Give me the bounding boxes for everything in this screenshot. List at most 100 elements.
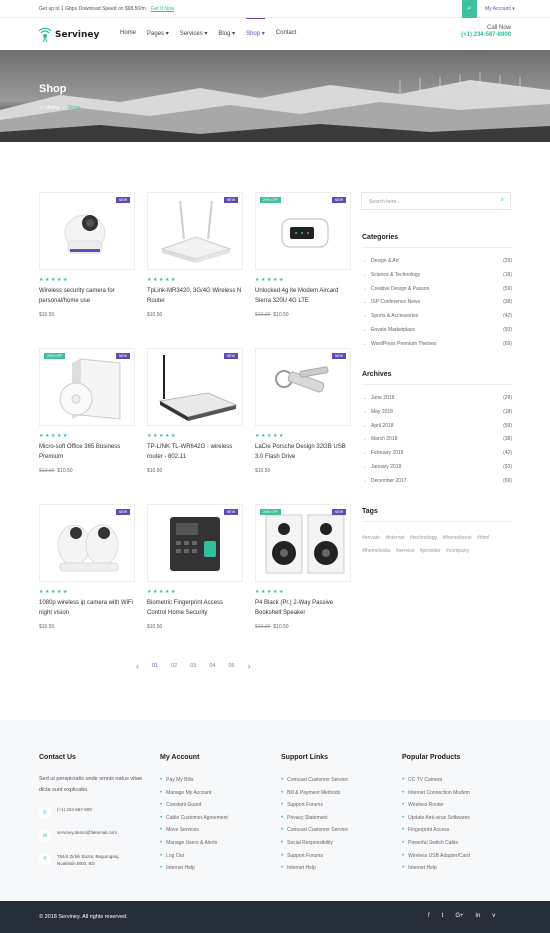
footer-link[interactable]: Constant Guard <box>160 799 228 812</box>
google-plus-icon[interactable]: G+ <box>455 913 463 919</box>
footer-link[interactable]: Manage My Account <box>160 787 228 800</box>
product-name[interactable]: LaCie Porsche Design 32GB USB 3.0 Flash … <box>255 442 351 462</box>
product-name[interactable]: TP-LINK TL-WR642G - wireless router - 80… <box>147 442 243 462</box>
product-name[interactable]: Unlocked 4g lte Modem Aircard Sierra 320… <box>255 286 351 306</box>
tag[interactable]: #internet <box>385 535 404 541</box>
product-image[interactable]: NEW <box>147 504 243 582</box>
footer-link[interactable]: Pay My Bills <box>160 774 228 787</box>
product-image[interactable]: NEW <box>39 504 135 582</box>
footer-link[interactable]: Comcast Customer Service <box>281 774 348 787</box>
product-card[interactable]: NEW ★★★★★ 1080p wireless ip camera with … <box>39 504 135 630</box>
footer-link[interactable]: Internet Help <box>281 862 348 875</box>
footer-link[interactable]: Support Forums <box>281 799 348 812</box>
nav-blog[interactable]: Blog ▾ <box>218 30 235 37</box>
tag[interactable]: #html <box>477 535 489 541</box>
footer-link[interactable]: Wireless USB Adapter/Card <box>402 850 470 863</box>
product-card[interactable]: 20% OFF NEW ★★★★★ Micro-soft Office 365 … <box>39 348 135 474</box>
product-image[interactable]: NEW <box>147 348 243 426</box>
archive-item[interactable]: May 2018 (18) <box>362 409 512 415</box>
tag[interactable]: #envato <box>362 535 380 541</box>
product-card[interactable]: NEW ★★★★★ TpLink-MR3420, 3G/4G Wireless … <box>147 192 243 318</box>
tag[interactable]: #provider <box>420 548 441 554</box>
promo-link[interactable]: Get It Now <box>151 6 175 12</box>
product-card[interactable]: NEW ★★★★★ Biometric Fingerprint Access C… <box>147 504 243 630</box>
nav-contact[interactable]: Contact <box>276 30 297 37</box>
prev-page-button[interactable]: ‹ <box>136 661 139 671</box>
tag[interactable]: #themeforest <box>442 535 471 541</box>
product-card[interactable]: 20% OFF NEW ★★★★★ Unlocked 4g lte Modem … <box>255 192 351 318</box>
sidebar-search-input[interactable]: Search here... ⌕ <box>361 192 511 210</box>
footer-link[interactable]: Powerful Switch Cable <box>402 837 470 850</box>
footer-link[interactable]: Cable Customer Agreement <box>160 812 228 825</box>
page-3[interactable]: 03 <box>190 663 196 669</box>
page-2[interactable]: 02 <box>171 663 177 669</box>
archive-item[interactable]: December 2017 (69) <box>362 478 512 484</box>
next-page-button[interactable]: › <box>248 661 251 671</box>
nav-shop[interactable]: Shop ▾ <box>246 18 265 37</box>
product-name[interactable]: 1080p wireless ip camera with WiFi night… <box>39 598 135 618</box>
page-5[interactable]: 05 <box>229 663 235 669</box>
category-item[interactable]: Science & Technology (18) <box>362 272 512 278</box>
footer-link[interactable]: Privacy Statement <box>281 812 348 825</box>
footer-link[interactable]: Support Forums <box>281 850 348 863</box>
product-name[interactable]: TpLink-MR3420, 3G/4G Wireless N Router <box>147 286 243 306</box>
product-name[interactable]: Micro-soft Office 365 Business Premium <box>39 442 135 462</box>
product-image[interactable]: 20% OFF NEW <box>39 348 135 426</box>
page-4[interactable]: 04 <box>209 663 215 669</box>
category-item[interactable]: Creative Design & Passon (59) <box>362 286 512 292</box>
search-icon[interactable]: ⌕ <box>501 197 504 204</box>
archive-item[interactable]: April 2018 (59) <box>362 423 512 429</box>
product-image[interactable]: NEW <box>147 192 243 270</box>
footer-link[interactable]: Comcast Customer Service <box>281 824 348 837</box>
footer-link[interactable]: Internet Help <box>402 862 470 875</box>
breadcrumb-home[interactable]: Home <box>45 105 60 111</box>
nav-services[interactable]: Services ▾ <box>180 30 208 37</box>
linkedin-icon[interactable]: in <box>476 913 481 919</box>
footer-link[interactable]: Update Anti-virus Softwares <box>402 812 470 825</box>
product-name[interactable]: Biometric Fingerprint Access Control Hom… <box>147 598 243 618</box>
tag[interactable]: #themelooks <box>362 548 390 554</box>
product-image[interactable]: 20% OFF NEW <box>255 504 351 582</box>
tag[interactable]: #company <box>446 548 469 554</box>
archive-item[interactable]: June 2018 (29) <box>362 395 512 401</box>
site-logo[interactable]: Serviney <box>38 27 99 43</box>
nav-home[interactable]: Home <box>120 30 136 37</box>
footer-link[interactable]: Manage Users & Alerts <box>160 837 228 850</box>
footer-link[interactable]: CC TV Camera <box>402 774 470 787</box>
search-button[interactable]: ⌕ <box>462 0 477 18</box>
product-card[interactable]: NEW ★★★★★ LaCie Porsche Design 32GB USB … <box>255 348 351 474</box>
footer-link[interactable]: Move Services <box>160 824 228 837</box>
product-card[interactable]: 20% OFF NEW ★★★★★ P4 Black (Pr.) 2-Way P… <box>255 504 351 630</box>
tag[interactable]: #technology <box>410 535 437 541</box>
product-image[interactable]: NEW <box>39 192 135 270</box>
vimeo-icon[interactable]: v <box>492 913 495 919</box>
nav-pages[interactable]: Pages ▾ <box>147 30 169 37</box>
product-card[interactable]: NEW ★★★★★ Wireless security camera for p… <box>39 192 135 318</box>
twitter-icon[interactable]: t <box>442 913 444 919</box>
archive-item[interactable]: March 2018 (38) <box>362 436 512 442</box>
my-account-dropdown[interactable]: My Account ▾ <box>485 6 515 12</box>
product-card[interactable]: NEW ★★★★★ TP-LINK TL-WR642G - wireless r… <box>147 348 243 474</box>
email-text[interactable]: serviney.demo@fakemail.com <box>57 830 117 835</box>
category-item[interactable]: WordPress Premium Themes (69) <box>362 341 512 347</box>
footer-link[interactable]: Social Responsibility <box>281 837 348 850</box>
archive-item[interactable]: January 2018 (93) <box>362 464 512 470</box>
product-name[interactable]: Wireless security camera for personal/ho… <box>39 286 135 306</box>
footer-link[interactable]: Log Out <box>160 850 228 863</box>
category-item[interactable]: Design & Art (29) <box>362 258 512 264</box>
page-1[interactable]: 01 <box>152 663 158 669</box>
category-item[interactable]: Envato Marketplace (93) <box>362 327 512 333</box>
product-image[interactable]: NEW <box>255 348 351 426</box>
footer-link[interactable]: Wireless Router <box>402 799 470 812</box>
tag[interactable]: #service <box>396 548 415 554</box>
category-item[interactable]: Sports & Accessories (42) <box>362 313 512 319</box>
footer-link[interactable]: Bill & Payment Methods <box>281 787 348 800</box>
phone-text[interactable]: (+1) 234-567-800 <box>57 807 92 812</box>
product-name[interactable]: P4 Black (Pr.) 2-Way Passive Bookshelf S… <box>255 598 351 618</box>
call-number[interactable]: (+1) 234-567-8900 <box>455 32 511 38</box>
footer-link[interactable]: Fingerprint Access <box>402 824 470 837</box>
category-item[interactable]: ISP Conference News (38) <box>362 299 512 305</box>
archive-item[interactable]: February 2018 (42) <box>362 450 512 456</box>
footer-link[interactable]: Internet Help <box>160 862 228 875</box>
facebook-icon[interactable]: f <box>428 913 430 919</box>
